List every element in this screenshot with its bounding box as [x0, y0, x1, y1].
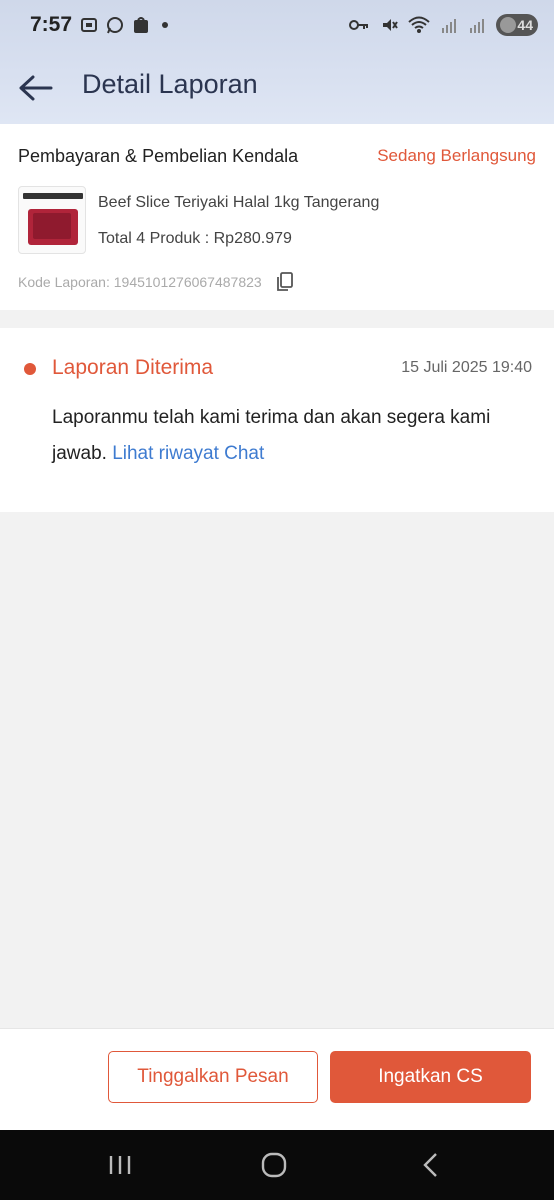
bottom-action-bar: Tinggalkan Pesan Ingatkan CS — [0, 1028, 554, 1130]
shopee-icon — [134, 17, 148, 33]
thumbnail-label-strip — [23, 193, 83, 199]
more-notifications-dot — [162, 22, 168, 28]
battery-indicator: 44 — [496, 14, 538, 36]
whatsapp-icon — [107, 17, 123, 34]
recents-icon — [109, 1156, 131, 1174]
battery-saver-icon — [500, 17, 516, 33]
back-arrow-icon — [19, 75, 53, 101]
top-area: 7:57 44 Detail Laporan — [0, 0, 554, 124]
back-button[interactable] — [14, 66, 58, 110]
system-icons: 44 — [348, 14, 538, 36]
status-bar: 7:57 44 — [0, 0, 554, 52]
system-nav-bar — [0, 1130, 554, 1200]
nav-back-button[interactable] — [410, 1150, 450, 1180]
chat-history-link[interactable]: Lihat riwayat Chat — [112, 443, 264, 464]
status-time: 7:57 — [30, 13, 73, 36]
report-status: Sedang Berlangsung — [377, 146, 536, 165]
screenshot-icon — [81, 18, 97, 32]
report-code: Kode Laporan: 1945101276067487823 — [18, 274, 262, 290]
timeline-dot — [24, 363, 36, 375]
vpn-key-icon — [349, 20, 368, 30]
app-header: Detail Laporan — [0, 52, 554, 124]
product-name: Beef Slice Teriyaki Halal 1kg Tangerang — [98, 194, 380, 211]
page-title: Detail Laporan — [82, 69, 258, 99]
wifi-icon — [408, 16, 430, 33]
leave-message-button[interactable]: Tinggalkan Pesan — [108, 1051, 318, 1103]
timeline-message: Laporanmu telah kami terima dan akan seg… — [52, 400, 532, 472]
signal-1-icon — [442, 19, 456, 33]
signal-2-icon — [470, 19, 484, 33]
copy-icon — [277, 272, 293, 291]
product-total: Total 4 Produk : Rp280.979 — [98, 230, 292, 247]
remind-cs-button[interactable]: Ingatkan CS — [330, 1051, 531, 1103]
home-icon — [261, 1152, 287, 1178]
nav-back-icon — [423, 1153, 437, 1177]
notification-icons — [80, 16, 168, 34]
report-category: Pembayaran & Pembelian Kendala — [18, 146, 299, 166]
recents-button[interactable] — [100, 1150, 140, 1180]
report-summary-card: Pembayaran & Pembelian Kendala Sedang Be… — [0, 124, 554, 310]
mute-icon — [383, 19, 398, 31]
home-button[interactable] — [254, 1150, 294, 1180]
timeline-title: Laporan Diterima — [52, 356, 214, 379]
timeline-card: Laporan Diterima 15 Juli 2025 19:40 Lapo… — [0, 328, 554, 512]
battery-level: 44 — [517, 17, 533, 33]
product-thumbnail — [18, 186, 86, 254]
copy-code-button[interactable] — [276, 272, 294, 292]
thumbnail-meat-detail — [33, 213, 71, 239]
timeline-date: 15 Juli 2025 19:40 — [401, 359, 532, 376]
